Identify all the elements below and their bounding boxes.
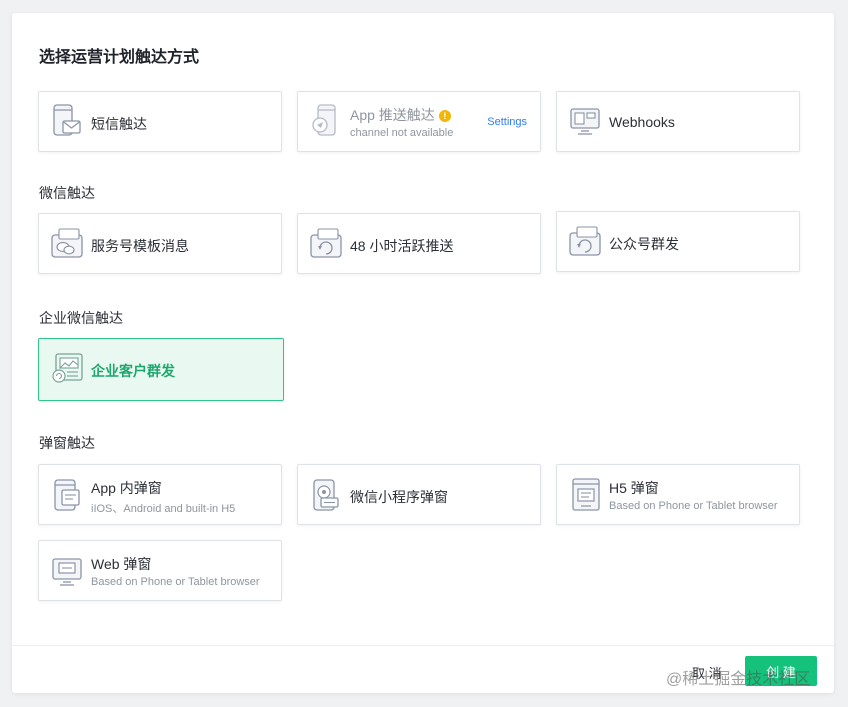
card-label: App 内弹窗 — [91, 480, 162, 496]
webhooks-monitor-icon — [569, 103, 601, 139]
card-active-48h[interactable]: 48 小时活跃推送 — [297, 213, 541, 274]
warning-icon: ! — [438, 110, 451, 122]
card-label: 微信小程序弹窗 — [350, 489, 448, 505]
card-label: 企业客户群发 — [91, 363, 175, 379]
card-service-template[interactable]: 服务号模板消息 — [38, 213, 282, 274]
card-sublabel: Based on Phone or Tablet browser — [91, 576, 260, 588]
wechat-chat-icon — [51, 225, 83, 261]
card-label: H5 弹窗 — [609, 480, 659, 496]
refresh-card-icon — [310, 225, 342, 261]
dialog-title: 选择运营计划触达方式 — [39, 49, 200, 66]
card-public-mass[interactable]: 公众号群发 — [556, 211, 800, 272]
card-wecom-mass[interactable]: 企业客户群发 — [38, 338, 284, 401]
create-plan-dialog: 选择运营计划触达方式 短信触达 App 推送触达! channel not av… — [12, 13, 834, 693]
card-label: App 推送触达! — [350, 105, 451, 125]
card-sublabel: Based on Phone or Tablet browser — [609, 500, 778, 512]
card-mini-popup[interactable]: 微信小程序弹窗 — [297, 464, 541, 525]
settings-link[interactable]: Settings — [487, 116, 527, 128]
app-popup-phone-icon — [51, 476, 83, 512]
card-h5-popup[interactable]: H5 弹窗 Based on Phone or Tablet browser — [556, 464, 800, 525]
card-app-popup[interactable]: App 内弹窗 iIOS、Android and built-in H5 — [38, 464, 282, 525]
card-label: 公众号群发 — [609, 236, 679, 252]
card-label: Web 弹窗 — [91, 556, 152, 572]
card-web-popup[interactable]: Web 弹窗 Based on Phone or Tablet browser — [38, 540, 282, 601]
web-monitor-icon — [51, 552, 83, 588]
card-label: 48 小时活跃推送 — [350, 238, 454, 254]
card-webhooks[interactable]: Webhooks — [556, 91, 800, 152]
mini-program-icon — [310, 476, 342, 512]
card-sublabel: iIOS、Android and built-in H5 — [91, 503, 236, 515]
section-wechat: 微信触达 — [39, 185, 95, 201]
refresh-card-icon — [569, 223, 601, 259]
card-label: Webhooks — [609, 114, 675, 130]
card-sublabel: channel not available — [350, 127, 454, 139]
wecom-image-icon — [51, 350, 83, 386]
section-wecom: 企业微信触达 — [39, 310, 123, 326]
app-push-phone-icon — [310, 103, 342, 139]
card-sms[interactable]: 短信触达 — [38, 91, 282, 152]
card-label: 服务号模板消息 — [91, 238, 189, 254]
tablet-popup-icon — [569, 476, 601, 512]
cancel-button[interactable]: 取 消 — [692, 663, 722, 682]
dialog-footer: 取 消 创 建 — [12, 645, 834, 694]
sms-phone-icon — [51, 103, 83, 139]
card-app-push[interactable]: App 推送触达! channel not available Settings — [297, 91, 541, 152]
section-popup: 弹窗触达 — [39, 435, 95, 451]
card-label: 短信触达 — [91, 116, 147, 132]
create-button[interactable]: 创 建 — [745, 656, 817, 686]
